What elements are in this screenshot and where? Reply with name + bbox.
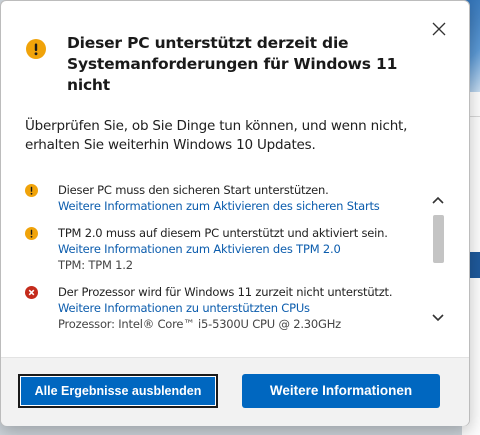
issue-item-processor: Der Prozessor wird für Windows 11 zurzei… bbox=[25, 284, 393, 332]
issue-link[interactable]: Weitere Informationen zum Aktivieren des… bbox=[58, 198, 380, 214]
issue-detail: Prozessor: Intel® Core™ i5-5300U CPU @ 2… bbox=[58, 317, 342, 331]
issue-item-tpm: TPM 2.0 muss auf diesem PC unterstützt u… bbox=[25, 225, 388, 273]
issue-text: TPM 2.0 muss auf diesem PC unterstützt u… bbox=[58, 226, 388, 240]
warning-icon bbox=[26, 39, 46, 59]
issue-text: Dieser PC muss den sicheren Start unters… bbox=[58, 183, 329, 197]
issue-detail: TPM: TPM 1.2 bbox=[58, 258, 133, 272]
scroll-up-button[interactable] bbox=[431, 193, 445, 207]
dialog-description: Überprüfen Sie, ob Sie Dinge tun können,… bbox=[25, 118, 408, 153]
issue-link[interactable]: Weitere Informationen zum Aktivieren des… bbox=[58, 241, 388, 257]
warning-icon bbox=[25, 184, 38, 197]
warning-icon bbox=[25, 227, 38, 240]
close-icon bbox=[432, 22, 446, 36]
chevron-up-icon bbox=[432, 196, 444, 204]
dialog-footer: Alle Ergebnisse ausblenden Weitere Infor… bbox=[1, 357, 469, 426]
dialog-title: Dieser PC unterstützt derzeit die System… bbox=[67, 34, 398, 94]
issue-text: Der Prozessor wird für Windows 11 zurzei… bbox=[58, 285, 393, 299]
chevron-down-icon bbox=[432, 314, 444, 322]
error-icon bbox=[25, 286, 38, 299]
issues-scrollbar[interactable] bbox=[431, 183, 445, 333]
scroll-down-button[interactable] bbox=[431, 311, 445, 325]
issue-link[interactable]: Weitere Informationen zu unterstützten C… bbox=[58, 300, 392, 316]
compatibility-dialog: Dieser PC unterstützt derzeit die System… bbox=[0, 0, 470, 426]
more-info-button[interactable]: Weitere Informationen bbox=[242, 374, 440, 408]
scroll-thumb[interactable] bbox=[433, 215, 444, 263]
issue-item-secure-boot: Dieser PC muss den sicheren Start unters… bbox=[25, 182, 380, 214]
close-button[interactable] bbox=[427, 17, 451, 41]
issues-list: Dieser PC muss den sicheren Start unters… bbox=[25, 179, 425, 341]
hide-results-button[interactable]: Alle Ergebnisse ausblenden bbox=[18, 374, 218, 408]
